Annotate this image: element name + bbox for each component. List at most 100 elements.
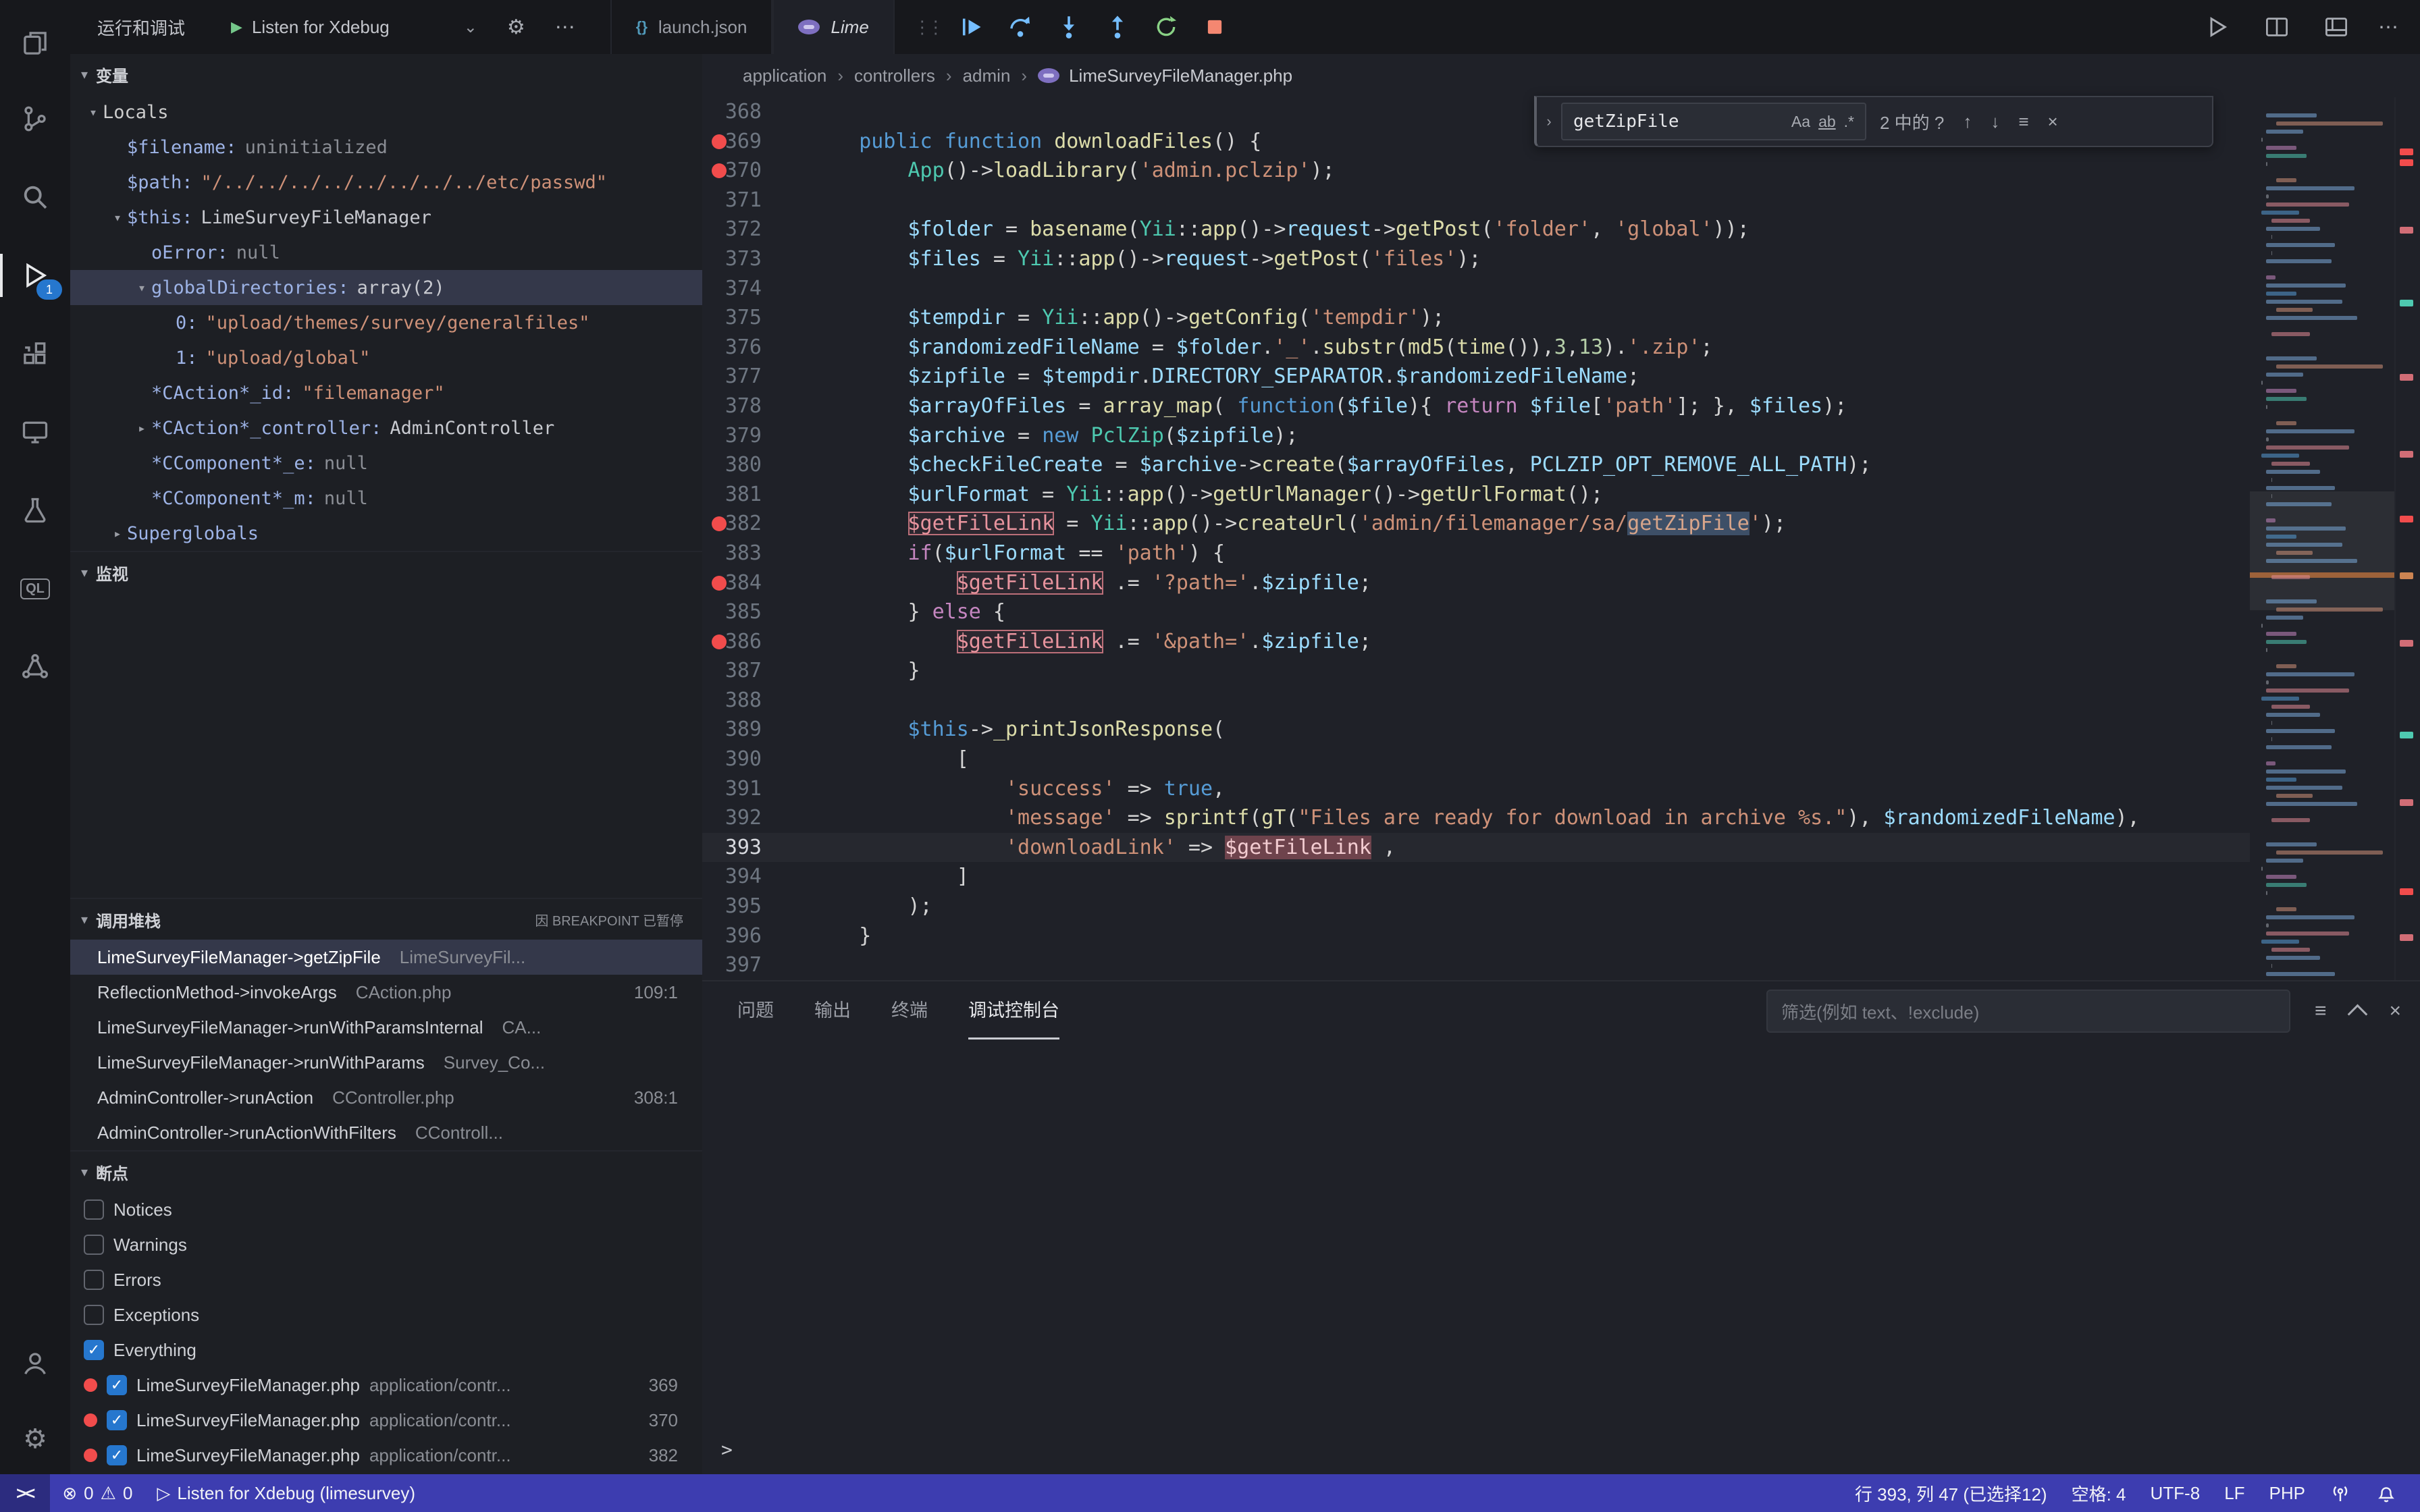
chevron-icon[interactable]: ▾ [132,279,151,296]
variable-row[interactable]: ▾globalDirectories:array(2) [70,270,702,305]
breakpoint-row[interactable]: Exceptions [70,1297,702,1332]
match-case-icon[interactable]: Aa [1791,113,1810,131]
ports-icon[interactable] [2317,1474,2363,1512]
code-line[interactable]: 383 if($urlFormat == 'path') { [702,539,2250,568]
run-or-debug-icon[interactable] [2200,9,2235,45]
breakpoint-row[interactable]: ✓LimeSurveyFileManager.phpapplication/co… [70,1438,702,1473]
chevron-icon[interactable]: ▸ [108,525,127,541]
variable-row[interactable]: ▸*CAction*_controller:AdminController [70,410,702,446]
language-mode-status[interactable]: PHP [2257,1474,2317,1512]
code-line[interactable]: 388 [702,686,2250,716]
stack-frame[interactable]: AdminController->runActionWithFiltersCCo… [70,1115,702,1150]
code-line[interactable]: 372 $folder = basename(Yii::app()->reque… [702,215,2250,244]
code-line[interactable]: 381 $urlFormat = Yii::app()->getUrlManag… [702,480,2250,510]
chevron-icon[interactable]: ▸ [132,420,151,436]
code-line[interactable]: 390 [ [702,745,2250,774]
breakpoint-checkbox[interactable] [84,1199,104,1220]
code-line[interactable]: 389 $this->_printJsonResponse( [702,715,2250,745]
filter-lines-icon[interactable]: ≡ [2315,1000,2327,1023]
variable-row[interactable]: oError:null [70,235,702,270]
stack-frame[interactable]: LimeSurveyFileManager->getZipFileLimeSur… [70,940,702,975]
breakpoint-checkbox[interactable]: ✓ [107,1375,127,1395]
pipeline-icon[interactable] [0,637,70,697]
code-line[interactable]: 377 $zipfile = $tempdir.DIRECTORY_SEPARA… [702,362,2250,392]
code-line[interactable]: 371 [702,186,2250,215]
breakpoint-row[interactable]: Notices [70,1192,702,1227]
code-line[interactable]: 394 ] [702,862,2250,892]
code-line[interactable]: 385 } else { [702,597,2250,627]
code-line[interactable]: 395 ); [702,892,2250,921]
code-line[interactable]: 380 $checkFileCreate = $archive->create(… [702,450,2250,480]
breakpoint-checkbox[interactable] [84,1305,104,1325]
breakpoint-checkbox[interactable] [84,1235,104,1255]
breakpoint-row[interactable]: Warnings [70,1227,702,1262]
minimap-viewport[interactable] [2250,491,2396,610]
code-line[interactable]: 376 $randomizedFileName = $folder.'_'.su… [702,333,2250,362]
breadcrumb-file[interactable]: LimeSurveyFileManager.php [1038,65,1292,86]
breadcrumb-item[interactable]: controllers [854,65,935,86]
debug-more-actions-icon[interactable]: ⋯ [555,16,575,39]
close-panel-icon[interactable]: × [2389,1000,2401,1023]
stack-frame[interactable]: ReflectionMethod->invokeArgsCAction.php1… [70,975,702,1010]
breakpoint-row[interactable]: ✓Everything [70,1332,702,1368]
code-line[interactable]: 387 } [702,656,2250,686]
find-input[interactable]: getZipFile Aa ab .* [1561,103,1866,140]
code-line[interactable]: 396 } [702,921,2250,951]
breakpoint-row[interactable]: ✓LimeSurveyFileManager.phpapplication/co… [70,1403,702,1438]
restart-icon[interactable] [1149,9,1184,45]
continue-icon[interactable] [954,9,989,45]
settings-gear-icon[interactable]: ⚙ [0,1409,70,1469]
breakpoint-checkbox[interactable] [84,1270,104,1290]
minimap[interactable] [2250,97,2396,980]
step-into-icon[interactable] [1051,9,1086,45]
variable-row[interactable]: ▸Superglobals [70,516,702,551]
panel-tab-问题[interactable]: 问题 [737,981,774,1040]
breakpoints-section-header[interactable]: ▾ 断点 [70,1150,702,1192]
breadcrumb-item[interactable]: application [743,65,826,86]
console-filter-input[interactable]: 筛选(例如 text、!exclude) [1766,990,2290,1033]
step-over-icon[interactable] [1003,9,1038,45]
panel-tab-终端[interactable]: 终端 [891,981,928,1040]
breakpoint-checkbox[interactable]: ✓ [107,1410,127,1430]
code-editor[interactable]: 368369 public function downloadFiles() {… [702,97,2250,980]
indentation-status[interactable]: 空格: 4 [2059,1474,2138,1512]
watch-section-header[interactable]: ▾ 监视 [70,551,702,593]
whole-word-icon[interactable]: ab [1818,113,1836,131]
code-line[interactable]: 378 $arrayOfFiles = array_map( function(… [702,392,2250,421]
variable-row[interactable]: *CAction*_id:"filemanager" [70,375,702,410]
tab-launch-json[interactable]: {} launch.json [610,0,773,54]
panel-tab-调试控制台[interactable]: 调试控制台 [968,981,1059,1040]
stop-icon[interactable] [1197,9,1232,45]
stack-frame[interactable]: AdminController->runActionCController.ph… [70,1080,702,1115]
remote-explorer-icon[interactable] [0,402,70,462]
variable-row[interactable]: $filename:uninitialized [70,130,702,165]
panel-tab-输出[interactable]: 输出 [814,981,851,1040]
eol-status[interactable]: LF [2212,1474,2257,1512]
breakpoint-checkbox[interactable]: ✓ [84,1340,104,1360]
split-editor-icon[interactable] [2259,9,2294,45]
encoding-status[interactable]: UTF-8 [2138,1474,2213,1512]
breakpoint-row[interactable]: Errors [70,1262,702,1297]
variable-row[interactable]: ▾$this:LimeSurveyFileManager [70,200,702,235]
customize-layout-icon[interactable] [2319,9,2354,45]
find-next-icon[interactable]: ↓ [1991,111,1999,132]
run-debug-icon[interactable]: 1 [0,246,70,305]
variable-row[interactable]: 1:"upload/global" [70,340,702,375]
codeql-icon[interactable]: QL [0,559,70,618]
code-line[interactable]: 374 [702,274,2250,304]
code-line[interactable]: 382 $getFileLink = Yii::app()->createUrl… [702,509,2250,539]
breadcrumb-item[interactable]: admin [963,65,1011,86]
code-line[interactable]: 397 [702,950,2250,980]
find-previous-icon[interactable]: ↑ [1963,111,1972,132]
regex-icon[interactable]: .* [1844,113,1854,131]
variable-row[interactable]: *CComponent*_e:null [70,446,702,481]
variable-row[interactable]: 0:"upload/themes/survey/generalfiles" [70,305,702,340]
maximize-panel-icon[interactable] [2348,1004,2368,1024]
debug-session-status[interactable]: ▷ Listen for Xdebug (limesurvey) [144,1474,427,1512]
breakpoint-row[interactable]: ✓LimeSurveyFileManager.phpapplication/co… [70,1368,702,1403]
explorer-icon[interactable] [0,14,70,73]
chevron-icon[interactable]: ▾ [108,209,127,225]
code-line[interactable]: 393 'downloadLink' => $getFileLink , [702,833,2250,863]
extensions-icon[interactable] [0,324,70,383]
code-line[interactable]: 373 $files = Yii::app()->request->getPos… [702,244,2250,274]
